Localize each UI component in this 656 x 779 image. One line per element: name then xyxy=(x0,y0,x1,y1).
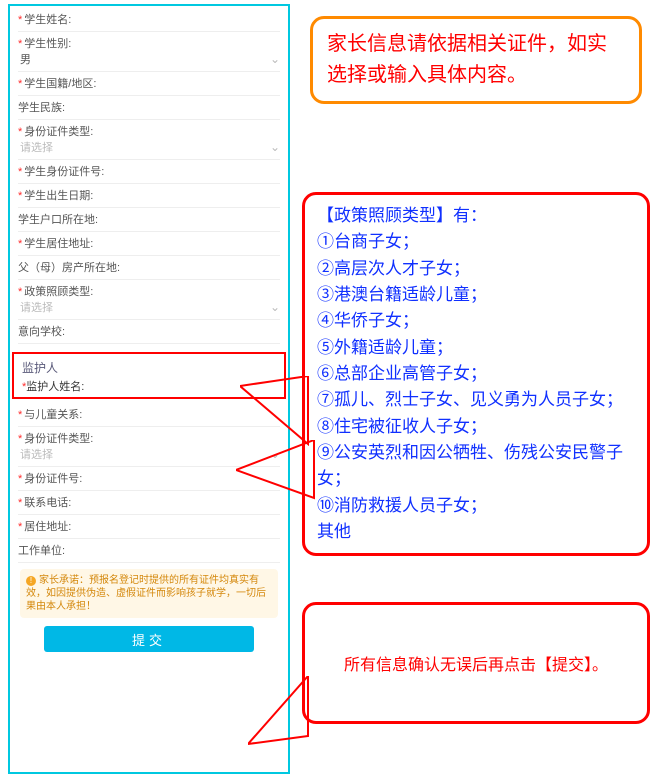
pledge-text: 家长承诺：预报名登记时提供的所有证件均真实有效，如因提供伪造、虚假证件而影响孩子… xyxy=(26,575,266,612)
callout-policy-types: 【政策照顾类型】有： ①台商子女；②高层次人才子女；③港澳台籍适龄儿童；④华侨子… xyxy=(302,192,650,556)
chevron-down-icon: ⌄ xyxy=(270,300,280,314)
policy-item: 其他 xyxy=(317,519,635,545)
field-residence[interactable]: *学生居住地址: xyxy=(18,232,280,256)
chevron-down-icon: ⌄ xyxy=(270,447,280,461)
chevron-down-icon: ⌄ xyxy=(270,52,280,66)
required-mark: * xyxy=(18,433,22,445)
field-intent-school[interactable]: 意向学校: xyxy=(18,320,280,344)
field-policy-type[interactable]: *政策照顾类型: 请选择 ⌄ xyxy=(18,280,280,320)
required-mark: * xyxy=(18,14,22,26)
required-mark: * xyxy=(18,238,22,250)
placeholder-text: 请选择 xyxy=(18,139,53,155)
field-guardian-phone[interactable]: *联系电话: xyxy=(18,491,280,515)
field-parent-property[interactable]: 父（母）房产所在地: xyxy=(18,256,280,280)
guardian-highlight-box: 监护人 *监护人姓名: xyxy=(12,352,286,399)
label-text: 身份证件类型: xyxy=(24,126,93,138)
label-text: 学生出生日期: xyxy=(24,190,93,202)
policy-list: ①台商子女；②高层次人才子女；③港澳台籍适龄儿童；④华侨子女；⑤外籍适龄儿童；⑥… xyxy=(317,229,635,545)
field-id-type[interactable]: *身份证件类型: 请选择 ⌄ xyxy=(18,120,280,160)
callout-text: 家长信息请依据相关证件，如实选择或输入具体内容。 xyxy=(327,33,607,86)
label-text: 监护人姓名: xyxy=(26,381,84,393)
label-text: 学生国籍/地区: xyxy=(24,78,96,90)
guardian-section-title: 监护人 xyxy=(18,355,280,378)
policy-item: ①台商子女； xyxy=(317,229,635,255)
label-text: 与儿童关系: xyxy=(24,409,82,421)
label-text: 政策照顾类型: xyxy=(24,286,93,298)
required-mark: * xyxy=(18,286,22,298)
field-id-number[interactable]: *学生身份证件号: xyxy=(18,160,280,184)
label-text: 身份证件类型: xyxy=(24,433,93,445)
policy-item: ⑩消防救援人员子女； xyxy=(317,493,635,519)
field-guardian-name[interactable]: *监护人姓名: xyxy=(18,378,280,394)
label-text: 父（母）房产所在地: xyxy=(18,262,120,274)
field-guardian-address[interactable]: *居住地址: xyxy=(18,515,280,539)
required-mark: * xyxy=(18,409,22,421)
required-mark: * xyxy=(18,473,22,485)
form-container: *学生姓名: *学生性别: 男 ⌄ *学生国籍/地区: 学生民族: *身份证件类… xyxy=(10,6,288,652)
pledge-box: !家长承诺：预报名登记时提供的所有证件均真实有效，如因提供伪造、虚假证件而影响孩… xyxy=(20,569,278,618)
required-mark: * xyxy=(18,38,22,50)
field-relation[interactable]: *与儿童关系: xyxy=(18,403,280,427)
policy-item: ④华侨子女； xyxy=(317,308,635,334)
required-mark: * xyxy=(18,497,22,509)
label-text: 学生姓名: xyxy=(24,14,71,26)
callout-submit-confirm: 所有信息确认无误后再点击【提交】。 xyxy=(302,602,650,724)
policy-item: ⑤外籍适龄儿童； xyxy=(317,335,635,361)
required-mark: * xyxy=(18,126,22,138)
label-text: 工作单位: xyxy=(18,545,65,557)
policy-item: ⑨公安英烈和因公牺牲、伤残公安民警子女； xyxy=(317,440,635,493)
label-text: 学生性别: xyxy=(24,38,71,50)
field-guardian-id-type[interactable]: *身份证件类型: 请选择 ⌄ xyxy=(18,427,280,467)
callout-guardian-info: 家长信息请依据相关证件，如实选择或输入具体内容。 xyxy=(310,16,642,104)
required-mark: * xyxy=(18,166,22,178)
label-text: 学生居住地址: xyxy=(24,238,93,250)
label-text: 意向学校: xyxy=(18,326,65,338)
policy-item: ②高层次人才子女； xyxy=(317,256,635,282)
label-text: 学生户口所在地: xyxy=(18,214,98,226)
placeholder-text: 请选择 xyxy=(18,446,53,462)
field-student-nationality[interactable]: *学生国籍/地区: xyxy=(18,72,280,96)
policy-item: ⑥总部企业高管子女； xyxy=(317,361,635,387)
field-guardian-id-number[interactable]: *身份证件号: xyxy=(18,467,280,491)
policy-item: ③港澳台籍适龄儿童； xyxy=(317,282,635,308)
policy-title: 【政策照顾类型】有： xyxy=(317,203,635,229)
submit-button[interactable]: 提交 xyxy=(44,626,254,652)
label-text: 学生民族: xyxy=(18,102,65,114)
field-guardian-work[interactable]: 工作单位: xyxy=(18,539,280,563)
field-birth-date[interactable]: *学生出生日期: xyxy=(18,184,280,208)
policy-item: ⑦孤儿、烈士子女、见义勇为人员子女； xyxy=(317,387,635,413)
label-text: 学生身份证件号: xyxy=(24,166,104,178)
field-student-gender[interactable]: *学生性别: 男 ⌄ xyxy=(18,32,280,72)
chevron-down-icon: ⌄ xyxy=(270,140,280,154)
label-text: 联系电话: xyxy=(24,497,71,509)
mobile-form-frame: *学生姓名: *学生性别: 男 ⌄ *学生国籍/地区: 学生民族: *身份证件类… xyxy=(8,4,290,774)
gender-value: 男 xyxy=(18,51,31,67)
callout-text: 所有信息确认无误后再点击【提交】。 xyxy=(344,651,608,675)
label-text: 身份证件号: xyxy=(24,473,82,485)
policy-item: ⑧住宅被征收人子女； xyxy=(317,414,635,440)
required-mark: * xyxy=(18,78,22,90)
required-mark: * xyxy=(18,521,22,533)
placeholder-text: 请选择 xyxy=(18,299,53,315)
field-hukou[interactable]: 学生户口所在地: xyxy=(18,208,280,232)
label-text: 居住地址: xyxy=(24,521,71,533)
warning-icon: ! xyxy=(26,576,36,586)
field-student-name[interactable]: *学生姓名: xyxy=(18,8,280,32)
required-mark: * xyxy=(18,190,22,202)
field-student-ethnicity[interactable]: 学生民族: xyxy=(18,96,280,120)
